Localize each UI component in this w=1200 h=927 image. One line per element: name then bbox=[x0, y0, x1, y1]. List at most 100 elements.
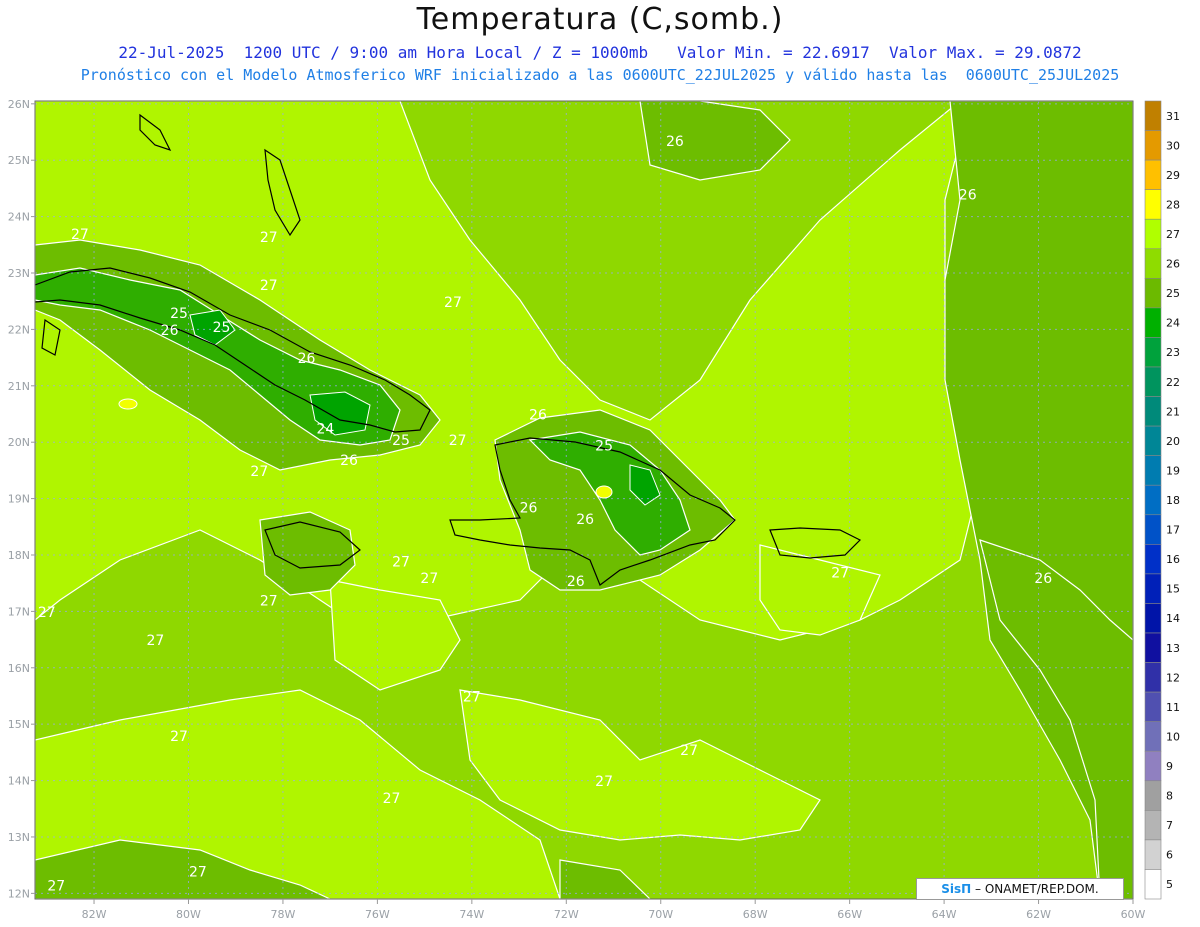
colorbar-swatch bbox=[1144, 159, 1162, 190]
contour-label: 26 bbox=[340, 453, 358, 469]
colorbar-label: 13 bbox=[1166, 642, 1180, 655]
credit-text: – ONAMET/REP.DOM. bbox=[971, 882, 1099, 896]
lat-tick-label: 26N bbox=[8, 98, 30, 111]
field-29c-spot bbox=[118, 398, 138, 410]
colorbar-label: 17 bbox=[1166, 524, 1180, 537]
contour-label: 27 bbox=[71, 227, 89, 243]
colorbar-label: 6 bbox=[1166, 849, 1173, 862]
lon-tick-label: 64W bbox=[932, 908, 957, 921]
credit-box: SisΠ – ONAMET/REP.DOM. bbox=[916, 878, 1124, 900]
colorbar-swatch bbox=[1144, 366, 1162, 397]
lon-tick-label: 82W bbox=[82, 908, 107, 921]
colorbar-swatch bbox=[1144, 514, 1162, 545]
colorbar-label: 30 bbox=[1166, 139, 1180, 152]
map-field: 27 27272526 252624252627272726252626262727… bbox=[35, 101, 1133, 899]
lon-tick-label: 60W bbox=[1121, 908, 1146, 921]
contour-label: 27 bbox=[260, 278, 278, 294]
colorbar-label: 12 bbox=[1166, 671, 1180, 684]
lat-tick-label: 23N bbox=[8, 267, 30, 280]
contour-label: 27 bbox=[147, 633, 165, 649]
colorbar-swatch bbox=[1144, 425, 1162, 456]
lat-tick-label: 22N bbox=[8, 323, 30, 336]
colorbar-label: 29 bbox=[1166, 169, 1180, 182]
colorbar-swatch bbox=[1144, 603, 1162, 634]
contour-label: 25 bbox=[392, 433, 410, 449]
colorbar-label: 26 bbox=[1166, 258, 1180, 271]
colorbar-swatch bbox=[1144, 218, 1162, 250]
sispi-brand: SisΠ bbox=[941, 882, 972, 896]
contour-label: 27 bbox=[831, 566, 849, 582]
contour-label: 26 bbox=[666, 134, 684, 150]
colorbar-label: 7 bbox=[1166, 819, 1173, 832]
lon-tick-label: 70W bbox=[648, 908, 673, 921]
colorbar-label: 5 bbox=[1166, 878, 1173, 891]
colorbar-label: 27 bbox=[1166, 228, 1180, 241]
contour-label: 25 bbox=[170, 306, 188, 322]
lon-tick-label: 80W bbox=[176, 908, 201, 921]
lat-tick-label: 14N bbox=[8, 775, 30, 788]
contour-label: 27 bbox=[449, 433, 467, 449]
lon-tick-label: 78W bbox=[270, 908, 295, 921]
temperature-map: 27 27272526 252624252627272726252626262727… bbox=[8, 98, 1180, 921]
longitude-axis: 82W 80W 78W 76W 74W 72W 70W 68W 66W 64W 62W 60W bbox=[82, 899, 1146, 921]
colorbar-swatch bbox=[1144, 248, 1162, 279]
lat-tick-label: 16N bbox=[8, 662, 30, 675]
contour-label: 27 bbox=[38, 605, 56, 621]
colorbar-label: 31 bbox=[1166, 110, 1180, 123]
colorbar-label: 16 bbox=[1166, 553, 1180, 566]
colorbar-label: 11 bbox=[1166, 701, 1180, 714]
contour-label: 26 bbox=[567, 574, 585, 590]
colorbar-swatch bbox=[1144, 278, 1162, 309]
contour-label: 27 bbox=[383, 791, 401, 807]
contour-label: 27 bbox=[260, 594, 278, 610]
contour-label: 27 bbox=[420, 571, 438, 587]
contour-label: 26 bbox=[529, 408, 547, 424]
colorbar-swatch bbox=[1144, 632, 1162, 663]
latitude-axis: 26N 25N 24N 23N 22N 21N 20N 19N 18N 17N 16N 15N 14N 1… bbox=[8, 98, 35, 900]
contour-label: 27 bbox=[595, 774, 613, 790]
lat-tick-label: 20N bbox=[8, 436, 30, 449]
colorbar-label: 8 bbox=[1166, 790, 1173, 803]
colorbar-swatch bbox=[1144, 839, 1162, 870]
colorbar-swatch bbox=[1144, 750, 1162, 782]
colorbar-label: 21 bbox=[1166, 405, 1180, 418]
colorbar-swatch bbox=[1144, 484, 1162, 516]
lat-tick-label: 18N bbox=[8, 549, 30, 562]
contour-label: 27 bbox=[189, 864, 207, 880]
colorbar-label: 19 bbox=[1166, 464, 1180, 477]
colorbar-swatch bbox=[1144, 869, 1162, 900]
lat-tick-label: 15N bbox=[8, 718, 30, 731]
lat-tick-label: 19N bbox=[8, 493, 30, 506]
colorbar-swatch bbox=[1144, 780, 1162, 811]
contour-label: 27 bbox=[392, 554, 410, 570]
colorbar-label: 20 bbox=[1166, 435, 1180, 448]
colorbar-label: 10 bbox=[1166, 730, 1180, 743]
colorbar-swatch bbox=[1144, 544, 1162, 575]
contour-label: 27 bbox=[170, 729, 188, 745]
lat-tick-label: 13N bbox=[8, 831, 30, 844]
contour-label: 24 bbox=[317, 422, 335, 438]
colorbar-swatch bbox=[1144, 455, 1162, 486]
lat-tick-label: 24N bbox=[8, 211, 30, 224]
colorbar-label: 25 bbox=[1166, 287, 1180, 300]
colorbar-label: 28 bbox=[1166, 198, 1180, 211]
contour-label: 25 bbox=[213, 320, 231, 336]
contour-label: 27 bbox=[444, 295, 462, 311]
field-29c-spot bbox=[595, 485, 613, 499]
colorbar-label: 14 bbox=[1166, 612, 1180, 625]
contour-label: 26 bbox=[520, 501, 538, 517]
colorbar-swatch bbox=[1144, 307, 1162, 338]
colorbar-label: 18 bbox=[1166, 494, 1180, 507]
lat-tick-label: 17N bbox=[8, 605, 30, 618]
contour-label: 25 bbox=[595, 439, 613, 455]
colorbar-swatch bbox=[1144, 189, 1162, 220]
lon-tick-label: 76W bbox=[365, 908, 390, 921]
colorbar-swatch bbox=[1144, 662, 1162, 693]
color-bar-legend: 31 30 29 28 27 26 25 24 23 22 21 20 19 18 17 16 15 14 13 12… bbox=[1144, 100, 1180, 900]
contour-label: 26 bbox=[161, 323, 179, 339]
contour-label: 26 bbox=[576, 512, 594, 528]
contour-label: 26 bbox=[298, 351, 316, 367]
colorbar-swatch bbox=[1144, 130, 1162, 161]
colorbar-label: 22 bbox=[1166, 376, 1180, 389]
colorbar-label: 15 bbox=[1166, 583, 1180, 596]
